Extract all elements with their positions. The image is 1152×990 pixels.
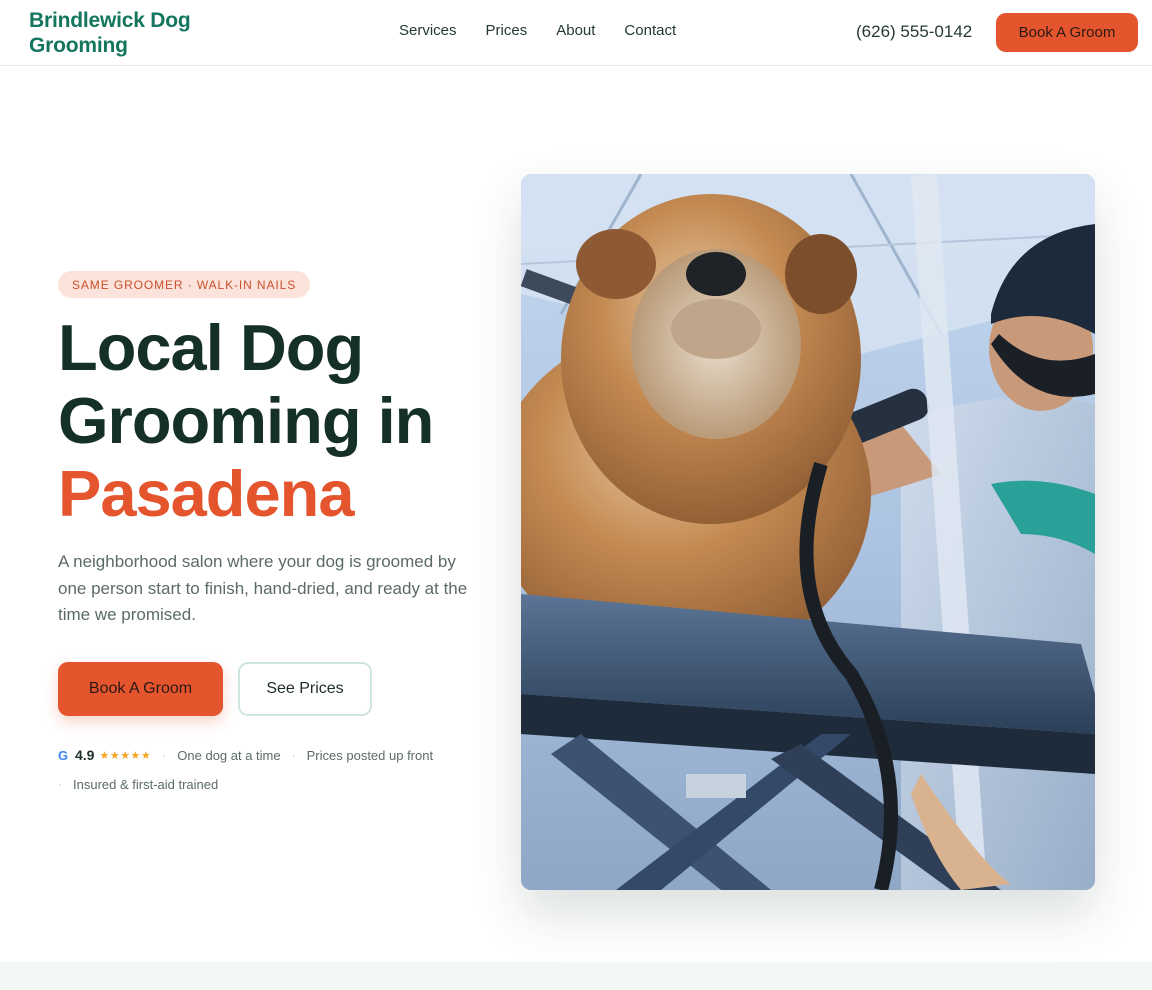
trust-bar: G 4.9 ★★★★★ · One dog at a time · Prices… xyxy=(58,745,478,794)
headline-line-2: Grooming in xyxy=(58,384,434,457)
nav-prices[interactable]: Prices xyxy=(486,22,528,39)
phone-number[interactable]: (626) 555-0142 xyxy=(856,22,972,42)
main-nav: Services Prices About Contact xyxy=(399,22,676,39)
hero-headline: Local Dog Grooming in Pasadena xyxy=(58,311,498,530)
feature-pill: SAME GROOMER · WALK-IN NAILS xyxy=(58,271,311,298)
headline-line-1: Local Dog xyxy=(58,311,364,384)
nav-services[interactable]: Services xyxy=(399,22,457,39)
hero-photo xyxy=(521,174,1095,890)
separator-dot: · xyxy=(58,777,62,791)
site-header: Brindlewick Dog Grooming Services Prices… xyxy=(0,0,1152,66)
see-prices-button[interactable]: See Prices xyxy=(238,662,372,716)
site-logo[interactable]: Brindlewick Dog Grooming xyxy=(29,8,229,58)
header-book-button[interactable]: Book A Groom xyxy=(996,13,1138,52)
groomer-and-dog-image xyxy=(521,174,1095,890)
hero-description: A neighborhood salon where your dog is g… xyxy=(58,552,468,624)
trust-item: One dog at a time xyxy=(177,747,281,763)
rating-value: 4.9 xyxy=(75,747,95,763)
trust-item: Prices posted up front xyxy=(306,747,434,763)
next-section-band xyxy=(0,962,1152,990)
separator-dot: · xyxy=(162,748,167,762)
headline-accent: Pasadena xyxy=(58,457,355,530)
trust-item: Insured & first-aid trained xyxy=(73,776,219,792)
star-icon: ★★★★★ xyxy=(99,749,152,762)
separator-dot: · xyxy=(291,748,296,762)
book-groom-button[interactable]: Book A Groom xyxy=(58,662,223,716)
google-g-icon: G xyxy=(58,747,69,763)
nav-about[interactable]: About xyxy=(556,22,595,39)
nav-contact[interactable]: Contact xyxy=(624,22,676,39)
